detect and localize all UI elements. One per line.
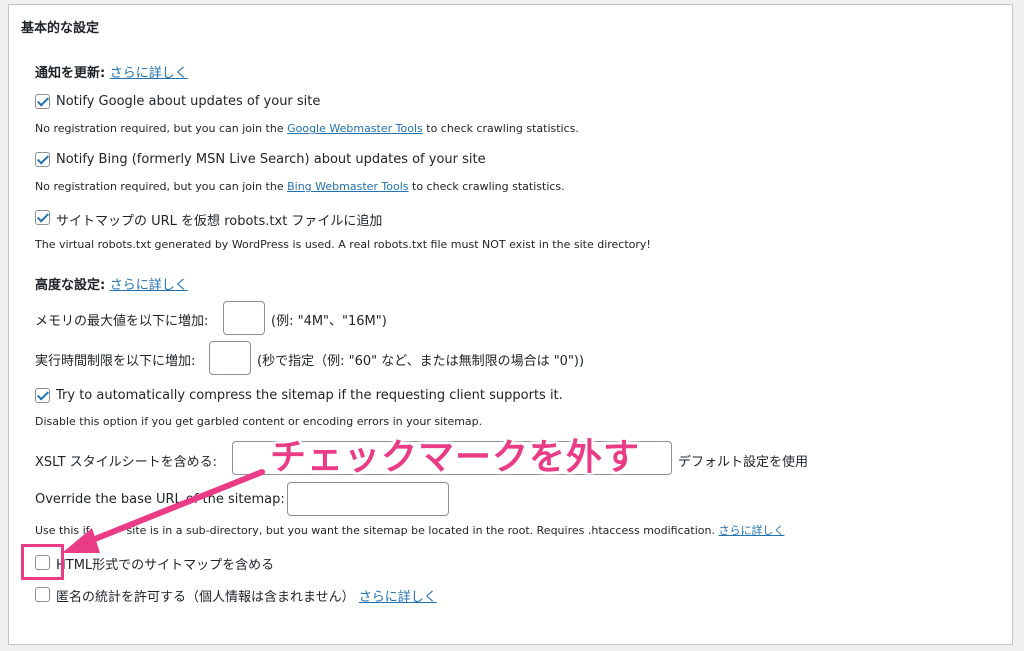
annotation-text: チェックマークを外す (270, 437, 641, 478)
annotation-arrow (62, 469, 265, 553)
